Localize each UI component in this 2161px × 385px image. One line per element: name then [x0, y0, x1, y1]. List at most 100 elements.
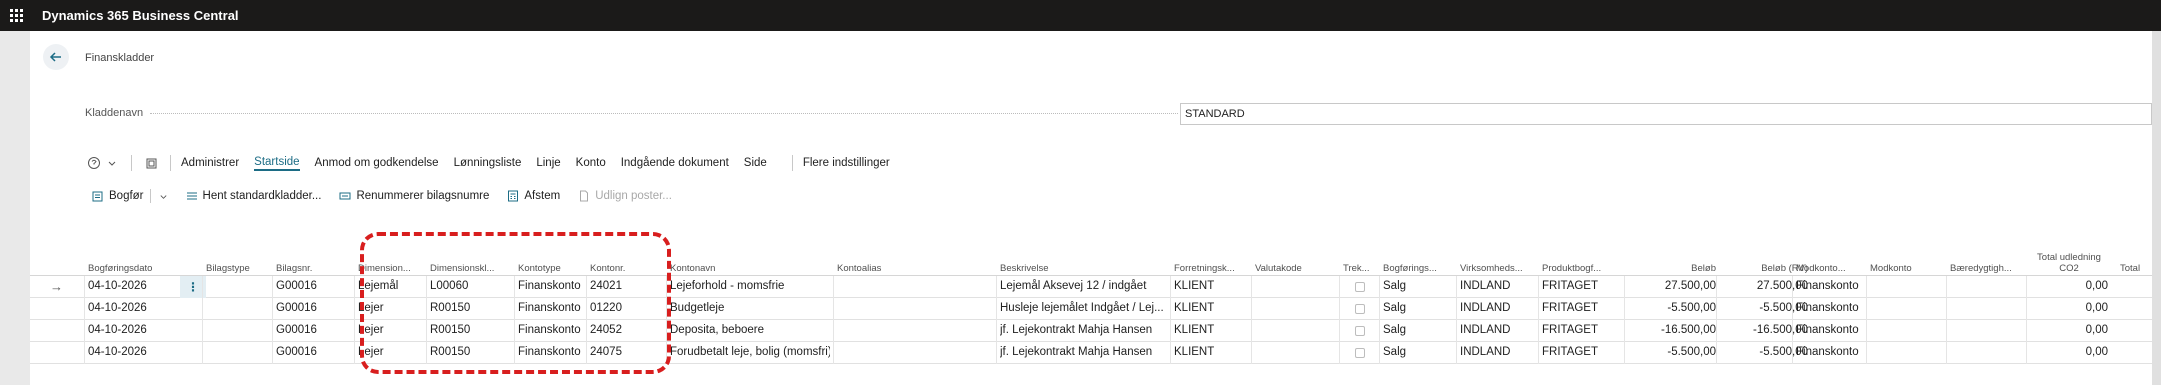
cell-kontotype[interactable]: Finanskonto: [518, 342, 586, 364]
cell-bilagsnr[interactable]: G00016: [276, 320, 354, 342]
cell-kontotype[interactable]: Finanskonto: [518, 276, 586, 298]
column-header-kontoalias[interactable]: Kontoalias: [837, 248, 995, 274]
column-header-bogf-rings[interactable]: Bogførings...: [1383, 248, 1455, 274]
chevron-down-icon[interactable]: [103, 154, 121, 172]
cell-bogf-rings[interactable]: Salg: [1383, 342, 1455, 364]
cell-produktbogf[interactable]: FRITAGET: [1542, 276, 1624, 298]
cell-kontonr[interactable]: 24075: [590, 342, 666, 364]
cell-modkonto[interactable]: [1870, 320, 1946, 342]
cell-b-redygtigh[interactable]: [1950, 276, 2026, 298]
chevron-down-icon[interactable]: [159, 192, 168, 201]
get-standard-journals-button[interactable]: Hent standardkladder...: [186, 190, 321, 202]
cell-bogf-ringsdato[interactable]: 04-10-2026: [88, 320, 188, 342]
cell-kontonavn[interactable]: Lejeforhold - momsfrie: [670, 276, 830, 298]
cell-bilagstype[interactable]: [206, 298, 272, 320]
cell-bogf-ringsdato[interactable]: 04-10-2026: [88, 298, 188, 320]
cell-forretningsk[interactable]: KLIENT: [1174, 320, 1252, 342]
apply-entries-button[interactable]: Udlign poster...: [578, 190, 672, 202]
action-konto[interactable]: Konto: [576, 157, 606, 169]
cell-b-redygtigh[interactable]: [1950, 342, 2026, 364]
cell-modkonto[interactable]: Finanskonto: [1796, 320, 1866, 342]
column-header-bel-b[interactable]: Beløb: [1628, 248, 1716, 274]
cell-modkonto[interactable]: [1870, 298, 1946, 320]
column-header-modkonto[interactable]: Modkonto...: [1796, 248, 1866, 274]
cell-bogf-rings[interactable]: Salg: [1383, 298, 1455, 320]
cell-forretningsk[interactable]: KLIENT: [1174, 298, 1252, 320]
cell-bilagsnr[interactable]: G00016: [276, 276, 354, 298]
column-header-dimension[interactable]: Dimension...: [358, 248, 426, 274]
column-header-bilagsnr[interactable]: Bilagsnr.: [276, 248, 354, 274]
cell-bogf-ringsdato[interactable]: 04-10-2026: [88, 276, 188, 298]
post-button[interactable]: Bogfør: [92, 189, 168, 203]
renumber-documents-button[interactable]: Renummerer bilagsnumre: [339, 190, 489, 202]
cell-modkonto[interactable]: [1870, 342, 1946, 364]
table-row[interactable]: 04-10-2026 G00016 Lejer R00150 Finanskonto 24…: [30, 342, 2152, 364]
cell-total-udledning-co2[interactable]: 0,00: [2030, 298, 2108, 320]
cell-bilagsnr[interactable]: G00016: [276, 342, 354, 364]
cell-dimension[interactable]: Lejer: [358, 342, 426, 364]
column-header-bel-b-rv[interactable]: Beløb (RV): [1720, 248, 1808, 274]
cell-beskrivelse[interactable]: Lejemål Aksevej 12 / indgået: [1000, 276, 1170, 298]
column-header-valutakode[interactable]: Valutakode: [1255, 248, 1339, 274]
cell-valutakode[interactable]: [1255, 342, 1339, 364]
cell-dimensionskl[interactable]: R00150: [430, 342, 514, 364]
cell-kontonr[interactable]: 01220: [590, 298, 666, 320]
cell-valutakode[interactable]: [1255, 320, 1339, 342]
cell-kontoalias[interactable]: [837, 298, 995, 320]
cell-valutakode[interactable]: [1255, 298, 1339, 320]
cell-bilagstype[interactable]: [206, 342, 272, 364]
cell-dimension[interactable]: Lejer: [358, 320, 426, 342]
scrollbar[interactable]: [2152, 31, 2161, 385]
column-header-dimensionskl[interactable]: Dimensionskl...: [430, 248, 514, 274]
cell-modkonto[interactable]: [1870, 276, 1946, 298]
action-indgaaende-dokument[interactable]: Indgående dokument: [621, 157, 729, 169]
cell-produktbogf[interactable]: FRITAGET: [1542, 342, 1624, 364]
cell-total-udledning-co2[interactable]: 0,00: [2030, 342, 2108, 364]
action-linje[interactable]: Linje: [536, 157, 560, 169]
cell-bel-b[interactable]: -5.500,00: [1628, 342, 1716, 364]
action-side[interactable]: Side: [744, 157, 767, 169]
action-flere-indstillinger[interactable]: Flere indstillinger: [803, 157, 890, 169]
cell-dimensionskl[interactable]: R00150: [430, 298, 514, 320]
cell-bilagstype[interactable]: [206, 276, 272, 298]
action-lonningsliste[interactable]: Lønningsliste: [454, 157, 522, 169]
app-title[interactable]: Dynamics 365 Business Central: [42, 8, 239, 23]
cell-total-udledning-co2[interactable]: 0,00: [2030, 276, 2108, 298]
correction-checkbox[interactable]: [1355, 348, 1365, 358]
open-in-new-window-icon[interactable]: [142, 154, 160, 172]
cell-bogf-ringsdato[interactable]: 04-10-2026: [88, 342, 188, 364]
correction-checkbox[interactable]: [1355, 304, 1365, 314]
cell-dimension[interactable]: Lejemål: [358, 276, 426, 298]
cell-bilagsnr[interactable]: G00016: [276, 298, 354, 320]
column-header-beskrivelse[interactable]: Beskrivelse: [1000, 248, 1170, 274]
cell-kontoalias[interactable]: [837, 320, 995, 342]
cell-kontonavn[interactable]: Budgetleje: [670, 298, 830, 320]
cell-modkonto[interactable]: Finanskonto: [1796, 342, 1866, 364]
back-button[interactable]: [43, 44, 69, 70]
action-anmod-om-godkendelse[interactable]: Anmod om godkendelse: [315, 157, 439, 169]
reconcile-button[interactable]: Afstem: [507, 190, 560, 202]
cell-valutakode[interactable]: [1255, 276, 1339, 298]
cell-dimension[interactable]: Lejer: [358, 298, 426, 320]
action-startside[interactable]: Startside: [254, 156, 300, 171]
cell-bogf-rings[interactable]: Salg: [1383, 320, 1455, 342]
correction-checkbox[interactable]: [1355, 282, 1365, 292]
cell-produktbogf[interactable]: FRITAGET: [1542, 298, 1624, 320]
cell-bel-b[interactable]: 27.500,00: [1628, 276, 1716, 298]
cell-dimensionskl[interactable]: L00060: [430, 276, 514, 298]
cell-modkonto[interactable]: Finanskonto: [1796, 298, 1866, 320]
column-header-total[interactable]: Total: [2120, 248, 2152, 274]
cell-b-redygtigh[interactable]: [1950, 320, 2026, 342]
column-header-virksomheds[interactable]: Virksomheds...: [1460, 248, 1538, 274]
column-header-forretningsk[interactable]: Forretningsk...: [1174, 248, 1252, 274]
cell-kontotype[interactable]: Finanskonto: [518, 320, 586, 342]
cell-kontonavn[interactable]: Forudbetalt leje, bolig (momsfri): [670, 342, 830, 364]
cell-bilagstype[interactable]: [206, 320, 272, 342]
journal-name-field[interactable]: STANDARD: [1180, 103, 2152, 125]
column-header-kontonavn[interactable]: Kontonavn: [670, 248, 830, 274]
cell-produktbogf[interactable]: FRITAGET: [1542, 320, 1624, 342]
cell-forretningsk[interactable]: KLIENT: [1174, 342, 1252, 364]
column-header-kontotype[interactable]: Kontotype: [518, 248, 586, 274]
cell-bel-b[interactable]: -16.500,00: [1628, 320, 1716, 342]
table-row[interactable]: → ⋮ 04-10-2026 G00016 Lejemål L00060 Finanskon…: [30, 276, 2152, 298]
